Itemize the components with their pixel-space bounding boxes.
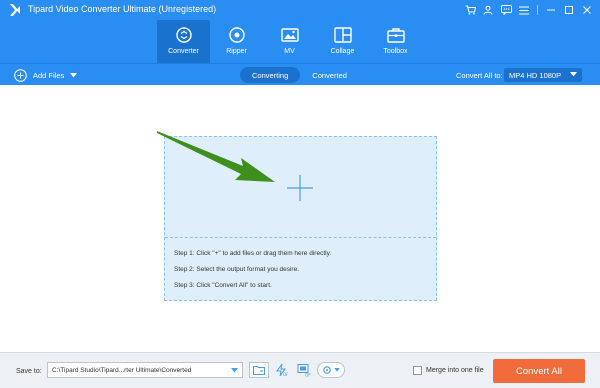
main-nav: Converter Ripper MV Collage Toolbox: [157, 20, 422, 63]
chevron-down-icon: [570, 72, 577, 77]
tab-ripper[interactable]: Ripper: [210, 20, 263, 63]
user-icon[interactable]: [479, 1, 497, 19]
menu-icon[interactable]: [515, 1, 533, 19]
add-circle-icon: [14, 68, 27, 82]
step-3-text: Step 3: Click "Convert All" to start.: [174, 282, 272, 289]
tab-converter-label: Converter: [168, 48, 199, 55]
lightning-off-icon: OFF: [276, 363, 288, 377]
gear-icon: [323, 366, 331, 374]
gpu-icon: OFF: [297, 364, 311, 378]
collage-icon: [333, 26, 352, 44]
convert-all-button[interactable]: Convert All: [493, 359, 585, 383]
chevron-down-icon: [334, 368, 340, 372]
hardware-acceleration-button[interactable]: OFF: [271, 362, 291, 378]
save-to-label: Save to:: [16, 368, 42, 375]
chevron-down-icon[interactable]: [70, 72, 78, 78]
tab-collage[interactable]: Collage: [316, 20, 369, 63]
add-files-button[interactable]: Add Files: [14, 68, 78, 82]
open-folder-button[interactable]: [249, 362, 269, 378]
drop-zone-divider: [165, 237, 436, 238]
tab-converted[interactable]: Converted: [300, 67, 359, 83]
cart-icon[interactable]: [461, 1, 479, 19]
ripper-icon: [228, 26, 246, 44]
minimize-icon[interactable]: [542, 1, 560, 19]
tab-mv-label: MV: [284, 48, 295, 55]
tab-converting[interactable]: Converting: [240, 67, 301, 83]
controls-divider: [537, 5, 538, 15]
merge-label: Merge into one file: [426, 367, 484, 374]
window-title: Tipard Video Converter Ultimate (Unregis…: [28, 4, 217, 14]
gpu-acceleration-button[interactable]: OFF: [294, 362, 314, 378]
settings-dropdown-button[interactable]: [317, 362, 345, 378]
step-1-text: Step 1: Click "+" to add files or drag t…: [174, 250, 332, 257]
converter-icon: [175, 26, 193, 44]
output-path-field[interactable]: C:\Tipard Studio\Tipard...rter Ultimate\…: [47, 362, 243, 378]
chevron-down-icon: [230, 367, 238, 372]
folder-icon: [253, 366, 265, 375]
step-2-text: Step 2: Select the output format you des…: [174, 266, 300, 273]
maximize-icon[interactable]: [560, 1, 578, 19]
tab-collage-label: Collage: [330, 48, 355, 55]
add-file-plus-icon[interactable]: [286, 174, 314, 202]
title-bar: Tipard Video Converter Ultimate (Unregis…: [0, 0, 600, 63]
svg-text:OFF: OFF: [283, 372, 288, 377]
app-logo-icon: [10, 4, 20, 16]
mv-icon: [280, 26, 299, 44]
path-dropdown[interactable]: [226, 363, 242, 377]
output-format-select[interactable]: MP4 HD 1080P: [504, 68, 582, 82]
tab-toolbox[interactable]: Toolbox: [369, 20, 422, 63]
status-tabs: Converting Converted: [240, 67, 359, 83]
sub-toolbar: Add Files Converting Converted Convert A…: [0, 63, 600, 85]
merge-checkbox[interactable]: [413, 366, 422, 375]
tab-converter[interactable]: Converter: [157, 20, 210, 63]
green-arrow-annotation: [157, 131, 275, 182]
close-icon[interactable]: [578, 1, 596, 19]
toolbox-icon: [386, 26, 405, 44]
convert-all-to-label: Convert All to:: [456, 71, 503, 80]
output-format-value: MP4 HD 1080P: [509, 70, 562, 80]
tab-mv[interactable]: MV: [263, 20, 316, 63]
tab-toolbox-label: Toolbox: [383, 48, 408, 55]
window-controls: [461, 1, 596, 19]
add-files-label: Add Files: [33, 70, 65, 80]
output-path-value: C:\Tipard Studio\Tipard...rter Ultimate\…: [52, 366, 192, 374]
svg-text:OFF: OFF: [305, 373, 311, 378]
tab-ripper-label: Ripper: [226, 48, 247, 55]
feedback-icon[interactable]: [497, 1, 515, 19]
